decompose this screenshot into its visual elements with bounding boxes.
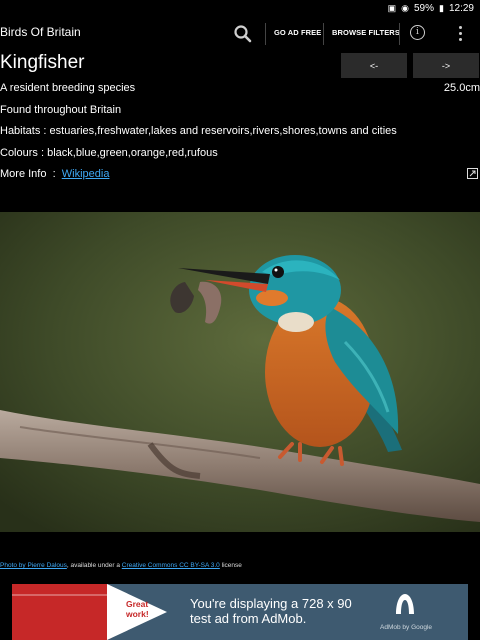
colours-label: Colours : bbox=[0, 147, 48, 159]
screenshot-icon: ▣ bbox=[387, 2, 397, 13]
more-info-label: More Info : bbox=[0, 168, 62, 180]
info-button[interactable]: i bbox=[410, 25, 425, 40]
wikipedia-link[interactable]: Wikipedia bbox=[62, 168, 110, 180]
clock: 12:29 bbox=[448, 2, 474, 14]
app-title: Birds Of Britain bbox=[0, 25, 81, 39]
credit-middle-text: , available under a bbox=[66, 562, 122, 569]
battery-icon: ▮ bbox=[439, 2, 444, 13]
colours-value: black,blue,green,orange,red,rufous bbox=[47, 147, 218, 159]
wifi-icon: ◉ bbox=[401, 2, 409, 13]
next-bird-button[interactable]: -> bbox=[413, 53, 479, 78]
battery-level: 59% bbox=[414, 2, 435, 14]
photo-credit: Photo by Pierre Dalous, available under … bbox=[0, 562, 242, 569]
credit-suffix-text: license bbox=[219, 562, 242, 569]
dot bbox=[458, 25, 462, 29]
previous-bird-button[interactable]: <- bbox=[341, 53, 407, 78]
ad-badge-text: Great work! bbox=[126, 599, 149, 619]
search-icon bbox=[234, 25, 252, 43]
ad-badge-line: work! bbox=[126, 609, 149, 619]
divider bbox=[399, 23, 400, 45]
photographer-link[interactable]: Photo by Pierre Dalous bbox=[0, 562, 67, 569]
ad-message-line: You're displaying a 728 x 90 bbox=[190, 596, 352, 611]
breeding-status: A resident breeding species bbox=[0, 82, 136, 94]
species-name: Kingfisher bbox=[0, 52, 85, 73]
search-button[interactable] bbox=[232, 23, 254, 45]
overflow-menu-button[interactable] bbox=[452, 22, 468, 44]
ad-badge bbox=[12, 584, 182, 640]
bird-size: 25.0cm bbox=[443, 82, 480, 94]
more-info-row: More Info : Wikipedia bbox=[0, 168, 109, 180]
divider bbox=[323, 23, 324, 45]
admob-brand: AdMob by Google bbox=[380, 624, 433, 631]
dot bbox=[458, 37, 462, 41]
habitats-label: Habitats : bbox=[0, 125, 50, 137]
ad-message-line: test ad from AdMob. bbox=[190, 611, 307, 626]
browse-filters-button[interactable]: BROWSE FILTERS bbox=[332, 28, 400, 37]
ad-banner[interactable]: Great work! You're displaying a 728 x 90… bbox=[12, 584, 468, 640]
divider bbox=[265, 23, 266, 45]
app-bar: Birds Of Britain GO AD FREE BROWSE FILTE… bbox=[0, 16, 480, 50]
habitats-value: estuaries,freshwater,lakes and reservoir… bbox=[49, 125, 397, 137]
bird-photo bbox=[0, 212, 480, 532]
info-icon: i bbox=[416, 27, 419, 37]
ad-badge-line: Great bbox=[126, 599, 149, 609]
go-ad-free-button[interactable]: GO AD FREE bbox=[274, 28, 321, 37]
status-bar: ▣ ◉ 59% ▮ 12:29 bbox=[0, 0, 480, 16]
habitats-row: Habitats : estuaries,freshwater,lakes an… bbox=[0, 125, 397, 137]
range-text: Found throughout Britain bbox=[0, 104, 122, 116]
admob-icon bbox=[396, 594, 414, 614]
colours-row: Colours : black,blue,green,orange,red,ru… bbox=[0, 147, 218, 159]
ad-message: You're displaying a 728 x 90 test ad fro… bbox=[190, 596, 352, 626]
external-link-icon[interactable] bbox=[467, 168, 478, 179]
license-link[interactable]: Creative Commons CC BY-SA 3.0 bbox=[122, 562, 220, 569]
dot bbox=[458, 31, 462, 35]
